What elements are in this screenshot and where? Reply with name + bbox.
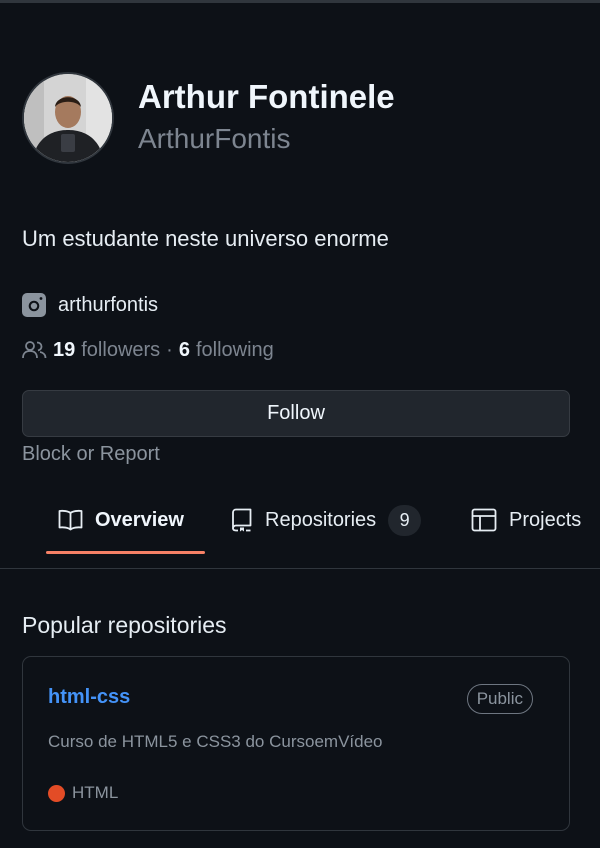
profile-display-name: Arthur Fontinele	[138, 78, 395, 115]
popular-repositories-title: Popular repositories	[22, 612, 227, 638]
profile-username: ArthurFontis	[138, 123, 291, 154]
follow-button[interactable]: Follow	[22, 390, 570, 437]
followers-label[interactable]: followers	[81, 339, 160, 362]
repo-name-link[interactable]: html-css	[48, 686, 130, 709]
repo-language: HTML	[48, 781, 118, 805]
repo-description: Curso de HTML5 e CSS3 do CursoemVídeo	[48, 732, 383, 751]
visibility-badge: Public	[466, 684, 533, 714]
table-icon	[471, 508, 497, 532]
stats-separator: ·	[166, 338, 173, 361]
instagram-icon	[22, 293, 46, 317]
avatar[interactable]	[22, 72, 114, 164]
book-icon	[58, 509, 83, 531]
tab-projects-label: Projects	[509, 508, 582, 531]
repositories-counter: 9	[388, 504, 422, 536]
following-label[interactable]: following	[196, 339, 274, 362]
tab-repositories[interactable]: Repositories 9	[231, 490, 422, 550]
following-count[interactable]: 6	[179, 339, 190, 362]
language-name: HTML	[72, 783, 119, 802]
active-tab-indicator	[46, 551, 205, 554]
follow-stats: 19 followers · 6 following	[22, 336, 274, 364]
followers-count[interactable]: 19	[53, 339, 75, 362]
tab-overview[interactable]: Overview	[58, 490, 184, 550]
repo-icon	[231, 508, 253, 532]
tabs-divider	[0, 568, 600, 569]
social-handle: arthurfontis	[58, 293, 159, 316]
social-link-instagram[interactable]: arthurfontis	[22, 291, 158, 319]
tab-repositories-label: Repositories	[265, 508, 377, 531]
repo-card: html-css Public Curso de HTML5 e CSS3 do…	[22, 656, 570, 831]
profile-tabs: Overview Repositories 9 Projects	[0, 490, 600, 568]
language-color-dot	[48, 784, 65, 802]
profile-bio: Um estudante neste universo enorme	[22, 226, 389, 251]
tab-projects[interactable]: Projects	[471, 490, 581, 550]
top-border	[0, 0, 600, 3]
block-or-report-link[interactable]: Block or Report	[22, 443, 160, 466]
tab-overview-label: Overview	[95, 508, 184, 531]
people-icon	[22, 340, 47, 360]
